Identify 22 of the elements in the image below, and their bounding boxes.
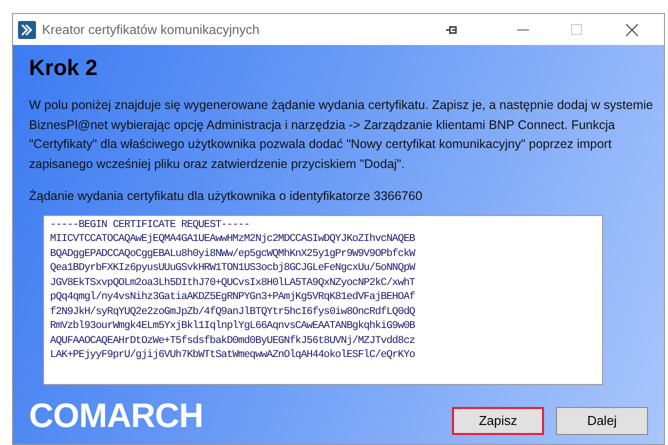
minimize-icon[interactable] [517,28,529,30]
request-line: pQq4qmgl/ny4vsNihz3GatiaAKDZ5EgRNPYGn3+PAmjKg5VRqK81edVFajBEHOAf [50,290,415,305]
request-line: RmVzbl93ourWmgk4ELm5YxjBkl1IqlnplYgL66AqnvsCAwEAATANBgkqhkiG9w0B [50,319,415,334]
request-line: LAK+PEjyyF9prU/gjij6VUh7KbWTtSatWmeqwwAZnOlqAH44okolESFlC/eQrKYo [50,348,415,363]
company-logo: COMARCH [29,398,204,433]
request-line: Qea1BDyrbFXKIz6pyusUUuGSvkHRW1TON1US3ocbj8GCJGLeFeNgcxUu/5oNNQpW [50,261,415,276]
certificate-request-field[interactable] [43,214,603,385]
pin-icon[interactable] [445,24,459,34]
window-title: Kreator certyfikatów komunikacyjnych [42,20,260,39]
request-line: BQADggEPADCCAQoCggEBALu8h0yi8NWw/ep5gcWQMhKnX25y1gPr9W9V9OPbfckW [50,246,415,262]
dialog-button[interactable]: Zapisz [452,406,544,435]
close-icon[interactable] [626,24,638,36]
request-label: Żądanie wydania certyfikatu dla użytkownika o identyfikatorze 3366760 [29,188,424,205]
dialog-button[interactable]: Dalej [556,406,648,435]
request-line: f2N9JkH/syRqYUQ2e2zoGmJpZb/4fQ9anJlBTQYtr5hcI6fys0iw8OncRdfLQ0dQ [50,304,415,320]
app-logo-icon [18,20,36,38]
request-line: JGV8EkTSxvpQOLm2oa3Lh5DIthJ70+QUCvsIx8H0lLA5TA9QxNZyocNP2kC/xwhT [50,276,415,290]
step-heading: Krok 2 [29,54,98,82]
request-line: -----BEGIN CERTIFICATE REQUEST----- [50,218,250,232]
request-line: MIICVTCCATOCAQAwEjEQMA4GA1UEAwwHMzM2Njc2MDCCASIwDQYJKoZIhvcNAQEB [50,232,415,247]
request-line: AQUFAAOCAQEAHrDtOzWe+T5fsdsfbakD0md0ByUEGNfkJ56t8UVNj/MZJTvdd8cz [50,334,415,348]
instruction-text: W polu poniżej znajduje się wygenerowane żądanie wydania certyfikatu. Zapisz je, a następnie dodaj w systemie BiznesPl@net wybierając opcję Administracja i narzędzia -> Zarządzanie klientami BNP Connect. Funkcja "Certyfikaty" dla właściwego użytkownika pozwala dodać "Nowy certyfikat komunikacyjny" poprzez import zapisanego wcześniej pliku oraz zatwierdzenie przyciskiem "Dodaj". [29,97,654,173]
